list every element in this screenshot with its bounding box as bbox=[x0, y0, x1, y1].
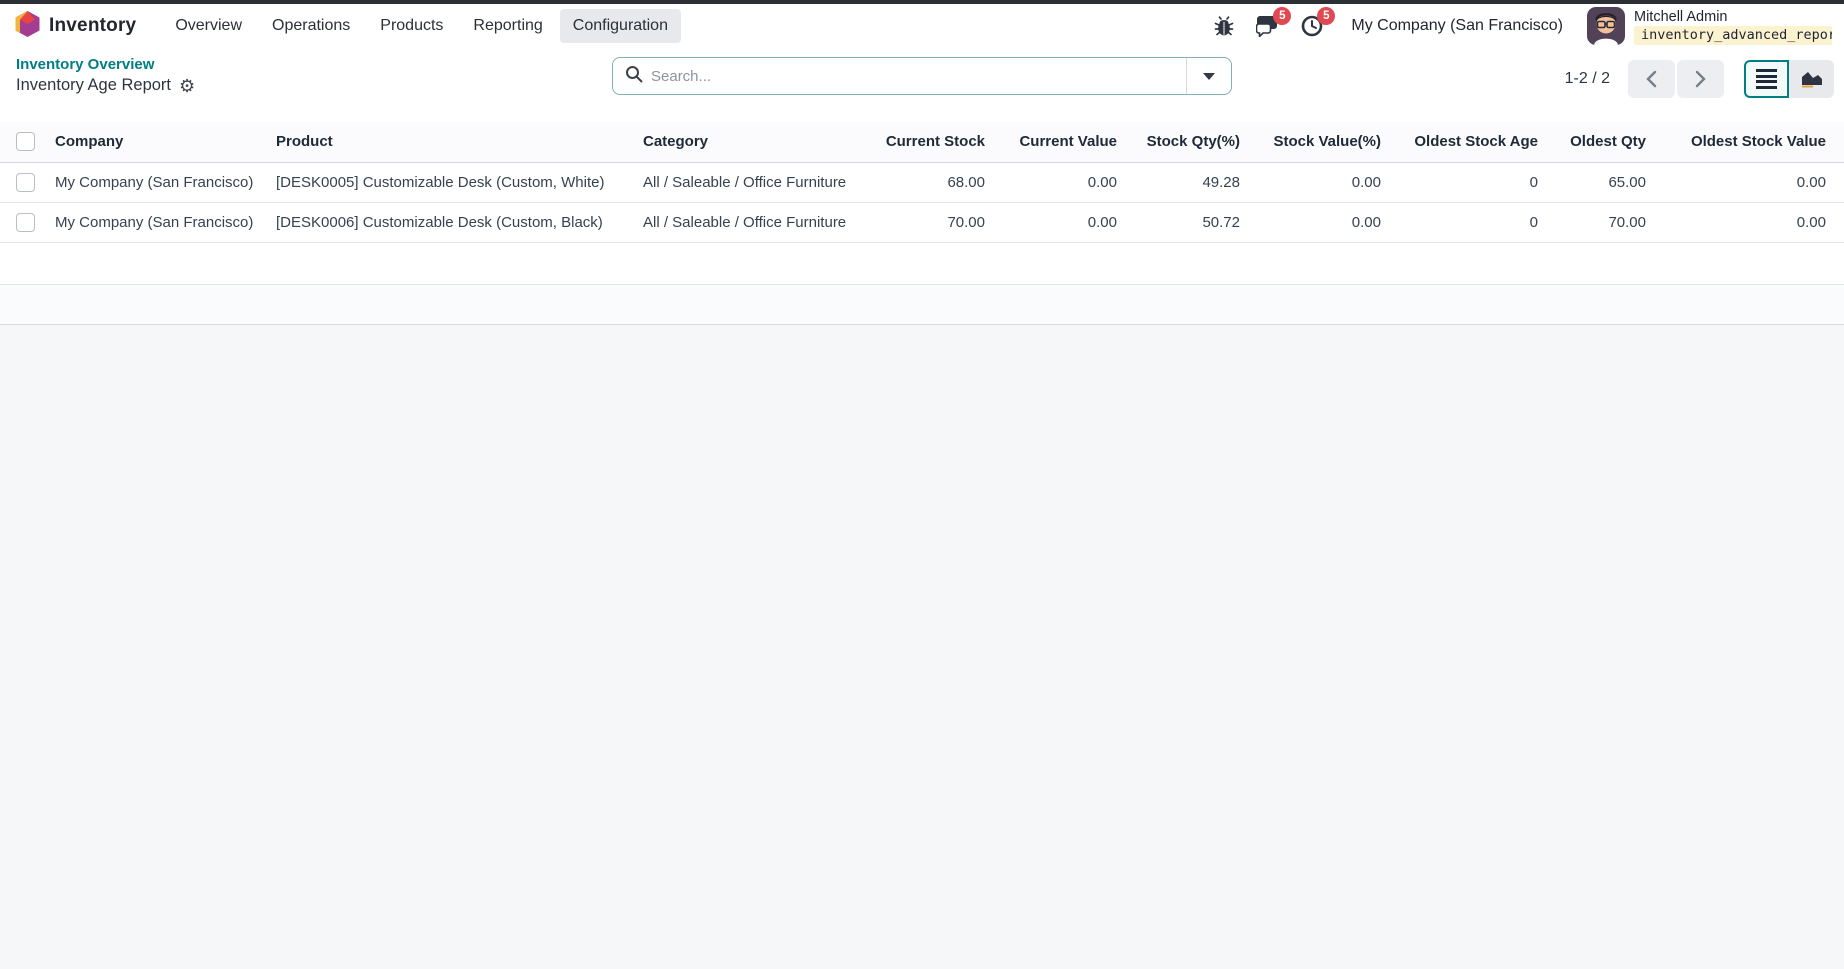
cell-current-value[interactable]: 0.00 bbox=[995, 202, 1127, 242]
list-view-button[interactable] bbox=[1744, 60, 1789, 98]
cell-current-value[interactable]: 0.00 bbox=[995, 162, 1127, 202]
cell-category[interactable]: All / Saleable / Office Furniture bbox=[633, 202, 865, 242]
header-stock-qty-pct[interactable]: Stock Qty(%) bbox=[1127, 122, 1250, 162]
app-name: Inventory bbox=[49, 15, 136, 37]
messages-count-badge: 5 bbox=[1273, 7, 1291, 25]
app-menu: Overview Operations Products Reporting C… bbox=[162, 9, 681, 43]
activities-count-badge: 5 bbox=[1317, 7, 1335, 25]
table-body: My Company (San Francisco) [DESK0005] Cu… bbox=[0, 162, 1844, 242]
cell-oldest-stock-value[interactable]: 0.00 bbox=[1656, 202, 1844, 242]
cell-current-stock[interactable]: 70.00 bbox=[865, 202, 995, 242]
search-icon bbox=[625, 65, 643, 88]
header-category[interactable]: Category bbox=[633, 122, 865, 162]
avatar bbox=[1587, 7, 1625, 45]
table-footer bbox=[0, 285, 1844, 325]
breadcrumb-parent-link[interactable]: Inventory Overview bbox=[16, 56, 195, 73]
header-company[interactable]: Company bbox=[45, 122, 266, 162]
debug-bug-icon[interactable] bbox=[1211, 13, 1237, 39]
cell-category[interactable]: All / Saleable / Office Furniture bbox=[633, 162, 865, 202]
header-oldest-stock-age[interactable]: Oldest Stock Age bbox=[1391, 122, 1548, 162]
breadcrumb: Inventory Overview Inventory Age Report … bbox=[16, 56, 195, 95]
table-row[interactable]: My Company (San Francisco) [DESK0005] Cu… bbox=[0, 162, 1844, 202]
cell-oldest-stock-age[interactable]: 0 bbox=[1391, 162, 1548, 202]
cell-stock-qty-pct[interactable]: 50.72 bbox=[1127, 202, 1250, 242]
graph-view-icon bbox=[1800, 69, 1824, 89]
list-view: Company Product Category Current Stock C… bbox=[0, 122, 1844, 325]
table-header-row: Company Product Category Current Stock C… bbox=[0, 122, 1844, 162]
cell-oldest-stock-age[interactable]: 0 bbox=[1391, 202, 1548, 242]
header-oldest-qty[interactable]: Oldest Qty bbox=[1548, 122, 1656, 162]
database-badge: inventory_advanced_repor… bbox=[1634, 26, 1832, 45]
top-navbar: Inventory Overview Operations Products R… bbox=[0, 4, 1844, 48]
menu-products[interactable]: Products bbox=[367, 9, 456, 43]
header-stock-value-pct[interactable]: Stock Value(%) bbox=[1250, 122, 1391, 162]
pager-range: 1-2 / 2 bbox=[1565, 70, 1610, 88]
menu-configuration[interactable]: Configuration bbox=[560, 9, 681, 43]
search-options-toggle[interactable] bbox=[1186, 58, 1231, 94]
database-name: inventory_advanced_repor… bbox=[1641, 27, 1832, 44]
chevron-right-icon bbox=[1695, 70, 1706, 88]
cell-oldest-qty[interactable]: 65.00 bbox=[1548, 162, 1656, 202]
search-input[interactable] bbox=[651, 68, 1174, 85]
cell-current-stock[interactable]: 68.00 bbox=[865, 162, 995, 202]
page-title: Inventory Age Report bbox=[16, 76, 171, 95]
header-oldest-stock-value[interactable]: Oldest Stock Value bbox=[1656, 122, 1844, 162]
pager-previous-button[interactable] bbox=[1628, 60, 1675, 98]
row-checkbox[interactable] bbox=[16, 213, 35, 232]
row-select-cell bbox=[0, 162, 45, 202]
menu-overview[interactable]: Overview bbox=[162, 9, 255, 43]
cell-company[interactable]: My Company (San Francisco) bbox=[45, 162, 266, 202]
cell-stock-value-pct[interactable]: 0.00 bbox=[1250, 202, 1391, 242]
header-current-value[interactable]: Current Value bbox=[995, 122, 1127, 162]
row-select-cell bbox=[0, 202, 45, 242]
chevron-left-icon bbox=[1646, 70, 1657, 88]
user-menu[interactable]: Mitchell Admin inventory_advanced_repor… bbox=[1587, 7, 1832, 45]
cell-product[interactable]: [DESK0006] Customizable Desk (Custom, Bl… bbox=[266, 202, 633, 242]
cell-company[interactable]: My Company (San Francisco) bbox=[45, 202, 266, 242]
pager-next-button[interactable] bbox=[1677, 60, 1724, 98]
header-product[interactable]: Product bbox=[266, 122, 633, 162]
company-selector[interactable]: My Company (San Francisco) bbox=[1351, 17, 1563, 35]
cell-stock-value-pct[interactable]: 0.00 bbox=[1250, 162, 1391, 202]
select-all-checkbox[interactable] bbox=[16, 132, 35, 151]
search-bar bbox=[612, 57, 1232, 95]
activities-clock-icon[interactable]: 5 bbox=[1299, 13, 1325, 39]
inventory-app-icon bbox=[14, 10, 41, 43]
cell-oldest-qty[interactable]: 70.00 bbox=[1548, 202, 1656, 242]
dropdown-caret-icon bbox=[1203, 73, 1215, 80]
gear-icon[interactable]: ⚙ bbox=[179, 77, 195, 95]
list-view-icon bbox=[1756, 69, 1777, 89]
row-checkbox[interactable] bbox=[16, 173, 35, 192]
systray: 5 5 My Company (San Francisco) bbox=[1211, 7, 1832, 45]
page-background bbox=[0, 325, 1844, 969]
cell-stock-qty-pct[interactable]: 49.28 bbox=[1127, 162, 1250, 202]
header-current-stock[interactable]: Current Stock bbox=[865, 122, 995, 162]
table-row[interactable]: My Company (San Francisco) [DESK0006] Cu… bbox=[0, 202, 1844, 242]
menu-operations[interactable]: Operations bbox=[259, 9, 363, 43]
cell-oldest-stock-value[interactable]: 0.00 bbox=[1656, 162, 1844, 202]
graph-view-button[interactable] bbox=[1789, 60, 1834, 98]
messages-icon[interactable]: 5 bbox=[1255, 13, 1281, 39]
view-switcher bbox=[1744, 60, 1834, 98]
user-name: Mitchell Admin bbox=[1634, 8, 1832, 26]
cell-product[interactable]: [DESK0005] Customizable Desk (Custom, Wh… bbox=[266, 162, 633, 202]
select-all-cell bbox=[0, 122, 45, 162]
control-panel: Inventory Overview Inventory Age Report … bbox=[0, 48, 1844, 122]
empty-row-filler bbox=[0, 243, 1844, 285]
app-switcher-button[interactable]: Inventory bbox=[14, 10, 136, 43]
menu-reporting[interactable]: Reporting bbox=[460, 9, 555, 43]
